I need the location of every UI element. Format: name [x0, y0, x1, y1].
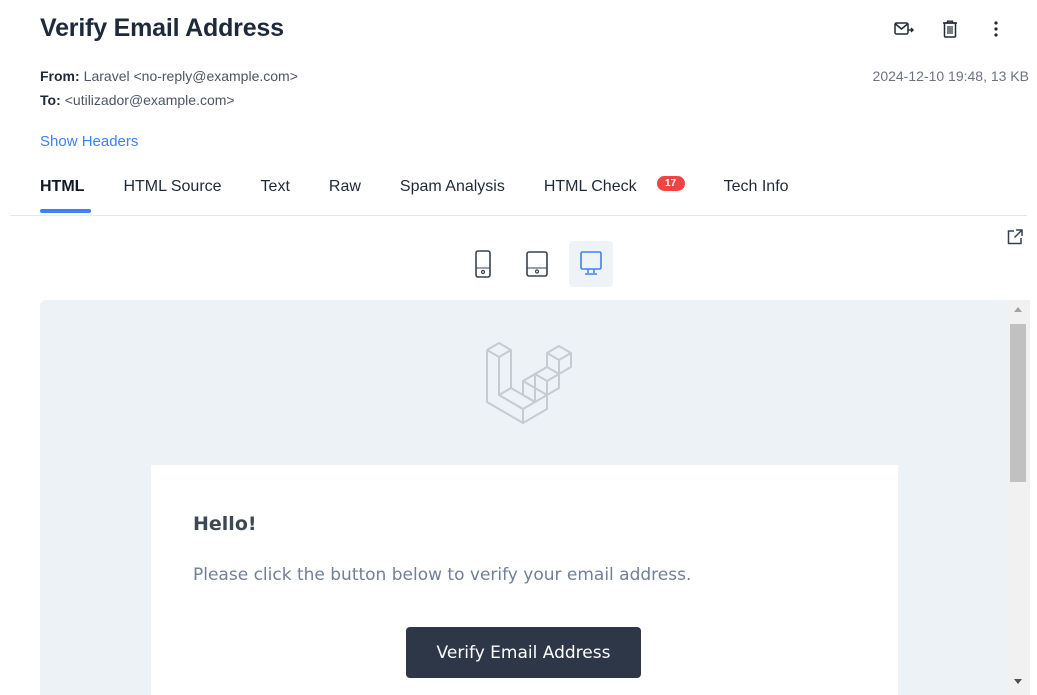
- more-vertical-icon: [994, 21, 998, 37]
- scroll-up-arrow[interactable]: [1006, 306, 1030, 318]
- tab-label: Tech Info: [723, 178, 789, 195]
- phone-icon: [475, 250, 491, 278]
- from-label: From:: [40, 68, 80, 84]
- device-switcher: [461, 241, 613, 287]
- tab-html[interactable]: HTML: [40, 176, 84, 198]
- tab-raw[interactable]: Raw: [329, 176, 361, 198]
- trash-icon: [943, 20, 957, 38]
- email-preview[interactable]: Hello! Please click the button below to …: [40, 300, 1030, 695]
- tab-label: HTML Check: [543, 178, 637, 195]
- date-size: 2024-12-10 19:48, 13 KB: [872, 68, 1029, 84]
- header-actions: [881, 16, 1019, 42]
- email-greeting: Hello!: [193, 513, 257, 535]
- scroll-down-arrow[interactable]: [1006, 679, 1030, 691]
- laravel-logo: [484, 338, 574, 433]
- tab-label: Spam Analysis: [399, 178, 505, 195]
- desktop-view-button[interactable]: [569, 241, 613, 287]
- tablet-view-button[interactable]: [515, 241, 559, 287]
- arrow-up-icon: [1014, 307, 1022, 312]
- tabs-divider: [10, 215, 1027, 216]
- delete-button[interactable]: [927, 16, 973, 42]
- email-card: Hello! Please click the button below to …: [151, 465, 898, 695]
- desktop-icon: [580, 251, 602, 275]
- tablet-icon: [526, 251, 548, 277]
- tab-spam-analysis[interactable]: Spam Analysis: [400, 176, 505, 198]
- tab-tech-info[interactable]: Tech Info: [724, 176, 789, 198]
- scroll-thumb[interactable]: [1010, 324, 1026, 482]
- forward-button[interactable]: [881, 16, 927, 42]
- show-headers-link[interactable]: Show Headers: [40, 133, 138, 150]
- html-check-badge: 17: [656, 175, 685, 191]
- verify-email-button[interactable]: Verify Email Address: [406, 627, 641, 678]
- to-label: To:: [40, 92, 61, 108]
- tab-label: HTML Source: [123, 178, 222, 195]
- external-link-icon: [1007, 229, 1023, 245]
- more-button[interactable]: [973, 16, 1019, 42]
- tab-bar: HTML HTML Source Text Raw Spam Analysis …: [40, 175, 828, 198]
- from-line: From: Laravel <no-reply@example.com>: [40, 68, 298, 84]
- open-new-window-button[interactable]: [1005, 227, 1025, 247]
- from-value: Laravel <no-reply@example.com>: [83, 68, 298, 84]
- forward-icon: [894, 22, 914, 35]
- tab-label: Raw: [328, 178, 361, 195]
- arrow-down-icon: [1014, 679, 1022, 684]
- phone-view-button[interactable]: [461, 241, 505, 287]
- tab-label: HTML: [40, 178, 85, 195]
- tab-label: Text: [260, 178, 290, 195]
- tab-html-source[interactable]: HTML Source: [123, 176, 221, 198]
- page-title: Verify Email Address: [40, 14, 284, 42]
- to-line: To: <utilizador@example.com>: [40, 92, 235, 108]
- preview-scrollbar[interactable]: [1006, 300, 1030, 695]
- to-value: <utilizador@example.com>: [64, 92, 235, 108]
- tab-text[interactable]: Text: [261, 176, 290, 198]
- tab-html-check[interactable]: HTML Check 17: [543, 175, 685, 198]
- active-tab-indicator: [40, 209, 91, 213]
- email-body: Please click the button below to verify …: [193, 565, 692, 585]
